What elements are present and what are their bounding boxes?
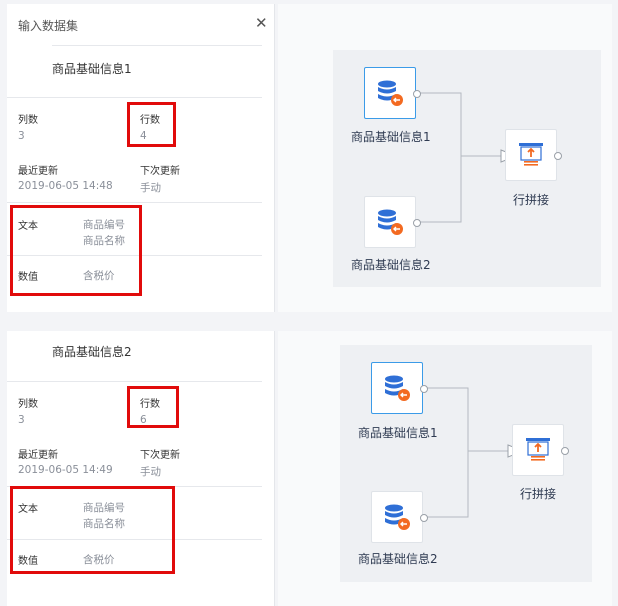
node-label: 行拼接 bbox=[513, 193, 550, 207]
last-update-label: 最近更新 bbox=[18, 166, 58, 177]
columns-value: 3 bbox=[18, 414, 25, 426]
flow-diagram-1: 商品基础信息1 商品基础信息2 行拼接 bbox=[333, 50, 601, 287]
database-icon bbox=[385, 504, 410, 530]
next-update-label: 下次更新 bbox=[140, 166, 180, 177]
last-update-value: 2019-06-05 14:49 bbox=[18, 464, 113, 476]
row-append-icon bbox=[526, 438, 550, 461]
output-port[interactable] bbox=[413, 90, 421, 98]
row-append-node[interactable] bbox=[505, 129, 562, 181]
output-port[interactable] bbox=[420, 385, 428, 393]
output-port[interactable] bbox=[413, 219, 421, 227]
highlight-box-rows bbox=[127, 102, 176, 147]
output-port[interactable] bbox=[554, 152, 562, 160]
node-label: 商品基础信息1 bbox=[358, 426, 438, 440]
next-update-value: 手动 bbox=[140, 466, 161, 478]
node-label: 商品基础信息2 bbox=[358, 552, 438, 566]
dataset-section-1: 输入数据集 ✕ 商品基础信息1 列数 3 行数 4 最近更新 2019-06-0… bbox=[0, 0, 618, 316]
database-icon bbox=[378, 80, 403, 106]
node-label: 行拼接 bbox=[520, 487, 557, 501]
columns-label: 列数 bbox=[18, 115, 38, 126]
flow-diagram-2: 商品基础信息1 商品基础信息2 行拼接 bbox=[340, 345, 592, 582]
next-update-value: 手动 bbox=[140, 182, 161, 194]
highlight-box-fields bbox=[10, 486, 175, 574]
divider bbox=[7, 97, 262, 98]
dataset-name: 商品基础信息2 bbox=[52, 345, 132, 359]
dataset-node-2[interactable] bbox=[364, 196, 421, 248]
last-update-label: 最近更新 bbox=[18, 450, 58, 461]
database-icon bbox=[385, 375, 410, 401]
highlight-box-rows bbox=[127, 386, 179, 428]
columns-value: 3 bbox=[18, 130, 25, 142]
node-label: 商品基础信息2 bbox=[351, 258, 431, 272]
divider bbox=[7, 202, 262, 203]
next-update-label: 下次更新 bbox=[140, 450, 180, 461]
dataset-name: 商品基础信息1 bbox=[52, 62, 132, 76]
divider bbox=[52, 45, 262, 46]
columns-label: 列数 bbox=[18, 399, 38, 410]
dataset-section-2: 商品基础信息2 列数 3 行数 6 最近更新 2019-06-05 14:49 … bbox=[0, 327, 618, 606]
divider bbox=[7, 381, 262, 382]
dataset-node-2[interactable] bbox=[371, 491, 428, 543]
last-update-value: 2019-06-05 14:48 bbox=[18, 180, 113, 192]
dataset-node-1[interactable] bbox=[371, 362, 428, 414]
panel-title: 输入数据集 bbox=[18, 19, 79, 33]
output-port[interactable] bbox=[561, 447, 569, 455]
highlight-box-fields bbox=[10, 205, 142, 296]
close-icon[interactable]: ✕ bbox=[255, 14, 268, 32]
dataset-node-1[interactable] bbox=[364, 67, 421, 119]
output-port[interactable] bbox=[420, 514, 428, 522]
row-append-node[interactable] bbox=[512, 424, 569, 476]
row-append-icon bbox=[519, 143, 543, 166]
node-label: 商品基础信息1 bbox=[351, 130, 431, 144]
database-icon bbox=[378, 209, 403, 235]
